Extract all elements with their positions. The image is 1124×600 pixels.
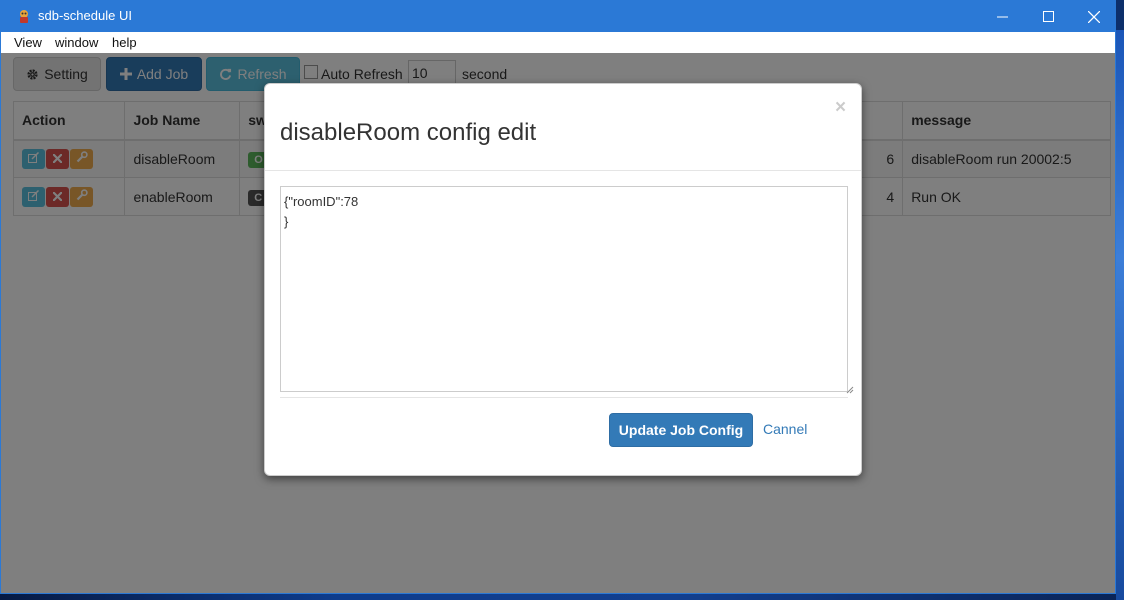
close-window-button[interactable] xyxy=(1071,1,1115,32)
close-icon xyxy=(1088,10,1100,23)
minimize-button[interactable] xyxy=(979,1,1025,32)
config-textarea[interactable]: {"roomID":78 } xyxy=(280,186,848,392)
maximize-button[interactable] xyxy=(1025,1,1071,32)
window-title: sdb-schedule UI xyxy=(38,8,132,23)
menu-bar: View window help xyxy=(1,32,1115,54)
modal-divider xyxy=(280,397,848,398)
menu-help[interactable]: help xyxy=(112,35,137,50)
modal-close-button[interactable]: × xyxy=(835,97,846,119)
app-icon xyxy=(20,10,28,23)
config-edit-modal: disableRoom config edit × {"roomID":78 }… xyxy=(264,83,862,476)
modal-header: disableRoom config edit × xyxy=(265,84,861,171)
app-window: sdb-schedule UI View window help Setting… xyxy=(0,0,1116,594)
modal-title: disableRoom config edit xyxy=(280,119,537,146)
menu-window[interactable]: window xyxy=(55,35,98,50)
menu-view[interactable]: View xyxy=(14,35,42,50)
title-bar[interactable]: sdb-schedule UI xyxy=(1,1,1115,32)
minimize-icon xyxy=(996,16,1008,18)
maximize-icon xyxy=(1042,11,1054,22)
cancel-button[interactable]: Cannel xyxy=(763,421,807,437)
update-job-config-button[interactable]: Update Job Config xyxy=(609,413,753,447)
resize-grip-icon xyxy=(846,386,854,394)
resize-handle[interactable] xyxy=(845,381,854,394)
desktop-background-edge xyxy=(1116,30,1124,600)
